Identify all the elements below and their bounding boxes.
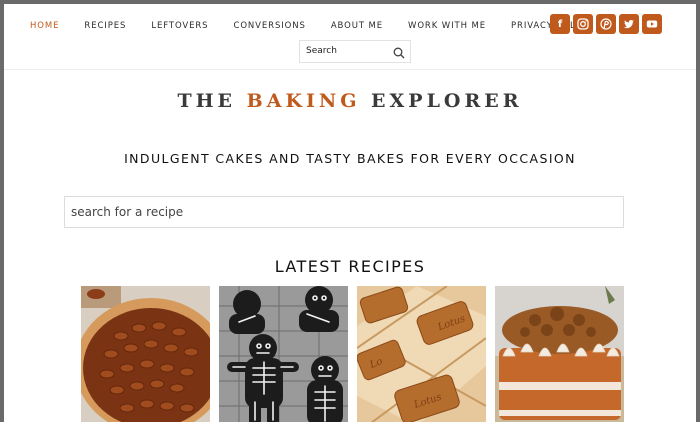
logo-text-start: THE (177, 90, 247, 112)
instagram-icon[interactable] (573, 14, 593, 34)
pinterest-icon[interactable] (596, 14, 616, 34)
recipe-card[interactable] (495, 286, 624, 422)
logo-text-accent: BAKING (246, 90, 361, 112)
pecan-pie-image (81, 286, 210, 422)
latest-recipes-heading: LATEST RECIPES (274, 257, 426, 276)
site-tagline: INDULGENT CAKES AND TASTY BAKES FOR EVER… (124, 151, 576, 166)
nav-item-recipes[interactable]: RECIPES (84, 21, 126, 31)
recipe-search-box (64, 196, 624, 228)
recipe-card[interactable]: Lotus Lo Lotus (357, 286, 486, 422)
social-links: f (550, 14, 665, 34)
nav-item-about-me[interactable]: ABOUT ME (331, 21, 383, 31)
latest-recipes-grid: Lotus Lo Lotus (81, 286, 633, 422)
gingerbread-skeleton-cookies-image (219, 286, 348, 422)
youtube-icon[interactable] (642, 14, 662, 34)
header-search-input[interactable] (306, 46, 386, 56)
nav-item-leftovers[interactable]: LEFTOVERS (151, 21, 208, 31)
facebook-icon[interactable]: f (550, 14, 570, 34)
nav-item-home[interactable]: HOME (30, 21, 59, 31)
twitter-icon[interactable] (619, 14, 639, 34)
recipe-search-input[interactable] (71, 205, 611, 219)
site-logo[interactable]: THE BAKING EXPLORER (4, 90, 696, 112)
logo-text-end: EXPLORER (360, 90, 523, 112)
recipe-card[interactable] (219, 286, 348, 422)
page: HOME RECIPES LEFTOVERS CONVERSIONS ABOUT… (4, 4, 696, 422)
nav-menu: HOME RECIPES LEFTOVERS CONVERSIONS ABOUT… (30, 21, 617, 31)
search-icon[interactable] (393, 46, 405, 64)
nav-item-work-with-me[interactable]: WORK WITH ME (408, 21, 486, 31)
frosted-layer-cake-image (495, 286, 624, 422)
lotus-biscoff-bars-image: Lotus Lo Lotus (357, 286, 486, 422)
header-search-box (299, 40, 411, 63)
nav-item-conversions[interactable]: CONVERSIONS (233, 21, 305, 31)
recipe-card[interactable] (81, 286, 210, 422)
top-navigation: HOME RECIPES LEFTOVERS CONVERSIONS ABOUT… (4, 4, 696, 70)
